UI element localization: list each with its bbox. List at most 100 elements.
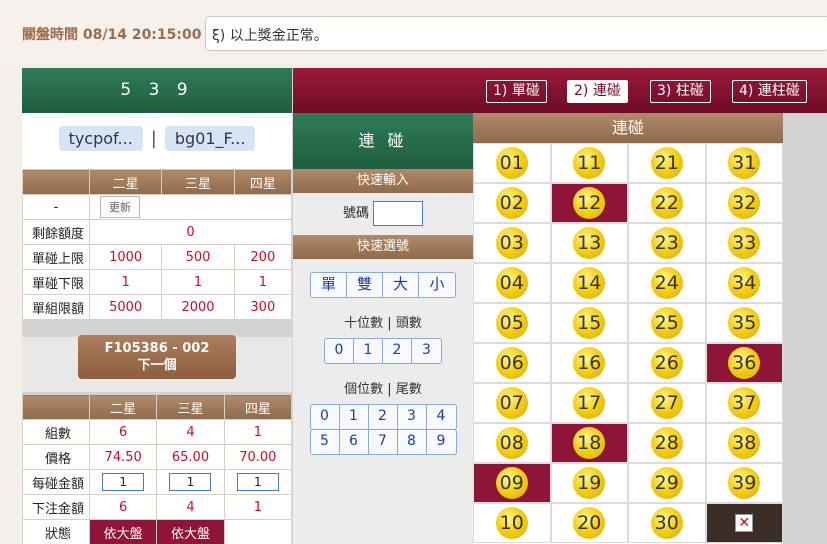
- quick-select-title: 快速選號: [293, 235, 473, 259]
- number-cell[interactable]: 28: [628, 423, 706, 463]
- number-ball: 03: [495, 227, 528, 259]
- number-cell[interactable]: 11: [550, 143, 628, 183]
- mode-single-button[interactable]: 1) 單碰: [486, 80, 547, 103]
- number-cell[interactable]: 35: [705, 303, 783, 343]
- number-cell[interactable]: 26: [628, 343, 706, 383]
- number-cell[interactable]: 18: [550, 423, 628, 463]
- quick-panel: 連 碰 快速輸入 號碼 快速選號 單 雙 大 小 十位數 | 頭數 0 1 2: [293, 113, 473, 544]
- number-cell[interactable]: 04: [473, 263, 551, 303]
- number-ball: 19: [573, 467, 606, 499]
- number-cell[interactable]: 32: [705, 183, 783, 223]
- price: 65.00: [156, 444, 225, 470]
- next-order-id: F105386 - 002: [104, 341, 210, 356]
- root: 關盤時間 08/14 20:15:00 ξ) 以上獎金正常。 5 3 9 1) …: [0, 0, 827, 544]
- number-ball: 20: [573, 507, 606, 539]
- ones-digit-button[interactable]: 9: [427, 430, 456, 454]
- odd-button[interactable]: 單: [311, 273, 347, 297]
- number-cell[interactable]: 22: [628, 183, 706, 223]
- number-cell[interactable]: 31: [705, 143, 783, 183]
- number-cell[interactable]: 38: [705, 423, 783, 463]
- group-count: 4: [156, 419, 225, 445]
- user-account[interactable]: tycpof...: [58, 126, 143, 151]
- ones-digit-button[interactable]: 3: [398, 405, 427, 429]
- tens-digit-button[interactable]: 2: [383, 339, 412, 363]
- number-ball: 06: [495, 347, 528, 379]
- mode-pillar-button[interactable]: 3) 柱碰: [650, 80, 711, 103]
- number-cell[interactable]: 14: [550, 263, 628, 303]
- ones-digit-button[interactable]: 6: [340, 430, 369, 454]
- number-cell[interactable]: 24: [628, 263, 706, 303]
- mode-consecutive-button[interactable]: 2) 連碰: [567, 80, 628, 103]
- number-cell[interactable]: 13: [550, 223, 628, 263]
- number-cell[interactable]: 37: [705, 383, 783, 423]
- price: 74.50: [88, 444, 158, 470]
- number-cell[interactable]: 10: [473, 503, 551, 543]
- number-ball: 17: [573, 387, 606, 419]
- amount-input-2star[interactable]: 1: [102, 473, 145, 491]
- limits-dash: -: [22, 194, 90, 220]
- tens-digit-button[interactable]: 1: [354, 339, 383, 363]
- number-cell[interactable]: 34: [705, 263, 783, 303]
- number-panel-title: 連碰: [473, 113, 783, 143]
- amount-input-4star[interactable]: 1: [236, 473, 279, 491]
- number-cell[interactable]: 21: [628, 143, 706, 183]
- number-cell[interactable]: 07: [473, 383, 551, 423]
- number-cell[interactable]: 02: [473, 183, 551, 223]
- number-cell[interactable]: 03: [473, 223, 551, 263]
- number-cell[interactable]: 23: [628, 223, 706, 263]
- ones-digit-button[interactable]: 1: [340, 405, 369, 429]
- number-cell[interactable]: 12: [550, 183, 628, 223]
- number-cell[interactable]: 17: [550, 383, 628, 423]
- game-frame: 5 3 9 1) 單碰 2) 連碰 3) 柱碰 4) 連柱碰 tycpof...…: [22, 68, 827, 544]
- next-button[interactable]: F105386 - 002 下一個: [78, 335, 236, 379]
- mode-consecutive-pillar-button[interactable]: 4) 連柱碰: [732, 80, 807, 103]
- number-cell[interactable]: 29: [628, 463, 706, 503]
- number-ball: 25: [650, 307, 683, 339]
- tens-digit-button[interactable]: 0: [325, 339, 354, 363]
- number-cell[interactable]: 27: [628, 383, 706, 423]
- row-label: 單組限額: [22, 294, 90, 320]
- number-cell[interactable]: 36: [705, 343, 783, 383]
- refresh-button[interactable]: 更新: [100, 196, 140, 218]
- even-button[interactable]: 雙: [347, 273, 383, 297]
- number-cell[interactable]: 39: [705, 463, 783, 503]
- number-cell[interactable]: 05: [473, 303, 551, 343]
- clear-button[interactable]: ✕: [705, 503, 783, 543]
- number-cell[interactable]: 01: [473, 143, 551, 183]
- number-cell[interactable]: 09: [473, 463, 551, 503]
- ones-digit-button[interactable]: 8: [398, 430, 427, 454]
- number-ball: 36: [728, 347, 761, 379]
- number-input[interactable]: [373, 201, 423, 226]
- tens-digit-button[interactable]: 3: [412, 339, 441, 363]
- number-ball: 38: [728, 427, 761, 459]
- amount-input-3star[interactable]: 1: [169, 473, 212, 491]
- ones-digit-button[interactable]: 5: [311, 430, 340, 454]
- number-cell[interactable]: 30: [628, 503, 706, 543]
- number-cell[interactable]: 33: [705, 223, 783, 263]
- number-cell[interactable]: 19: [550, 463, 628, 503]
- big-button[interactable]: 大: [383, 273, 419, 297]
- bet-amount: 4: [156, 494, 225, 520]
- row-label: 價格: [22, 444, 90, 470]
- number-ball: 28: [650, 427, 683, 459]
- user-subaccount[interactable]: bg01_F...: [164, 126, 256, 151]
- ones-digit-button[interactable]: 7: [369, 430, 398, 454]
- number-cell[interactable]: 08: [473, 423, 551, 463]
- ones-digit-button[interactable]: 4: [427, 405, 456, 429]
- row-label: 組數: [22, 419, 90, 445]
- number-cell[interactable]: 20: [550, 503, 628, 543]
- small-button[interactable]: 小: [419, 273, 455, 297]
- limit-value: 300: [233, 294, 293, 320]
- number-ball: 29: [650, 467, 683, 499]
- ones-digit-button[interactable]: 2: [369, 405, 398, 429]
- limit-value: 1: [88, 269, 163, 295]
- number-cell[interactable]: 25: [628, 303, 706, 343]
- number-cell[interactable]: 15: [550, 303, 628, 343]
- number-cell[interactable]: 06: [473, 343, 551, 383]
- quick-panel-title: 連 碰: [293, 113, 473, 169]
- quick-input-title: 快速輸入: [293, 169, 473, 193]
- number-cell[interactable]: 16: [550, 343, 628, 383]
- row-label: 剩餘額度: [22, 219, 90, 245]
- limit-value: 500: [161, 244, 235, 270]
- ones-digit-button[interactable]: 0: [311, 405, 340, 429]
